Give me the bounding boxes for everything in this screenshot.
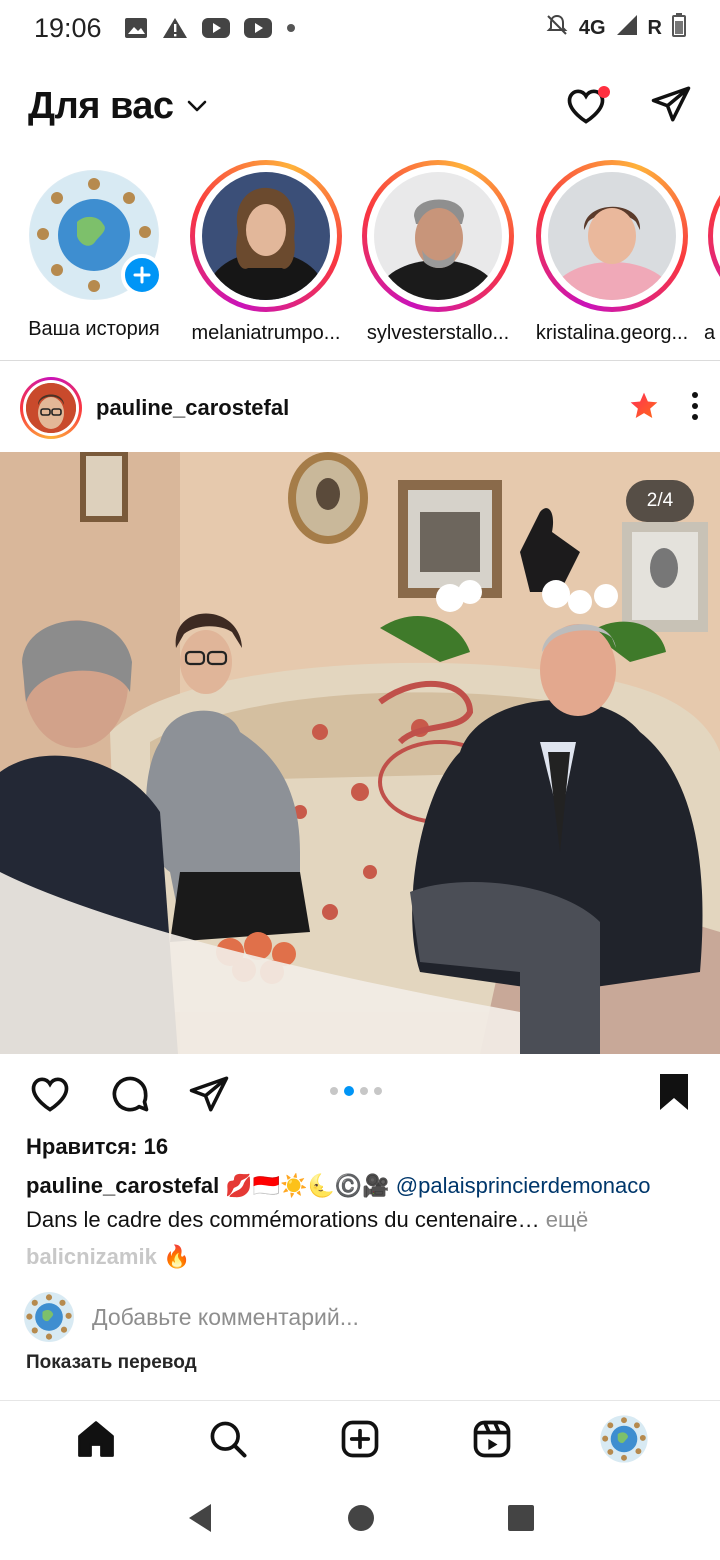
carousel-indicator: [330, 1086, 382, 1096]
recents-square-icon: [507, 1504, 534, 1531]
caption-more-link[interactable]: ещё: [540, 1207, 589, 1232]
share-button[interactable]: [188, 1073, 230, 1115]
caption-emoji: 💋🇮🇩☀️🌜©️🎥: [225, 1173, 390, 1198]
story-label: sylvesterstallo...: [366, 322, 510, 344]
comment-input[interactable]: Добавьте комментарий...: [92, 1304, 359, 1331]
status-bar: 19:06 4G R: [0, 0, 720, 56]
story-label: a: [704, 322, 716, 344]
chevron-down-icon[interactable]: [186, 99, 208, 118]
story-item[interactable]: kristalina.georg...: [532, 160, 692, 345]
save-button[interactable]: [656, 1072, 692, 1117]
current-user-avatar: [24, 1292, 74, 1342]
divider: [0, 360, 720, 361]
system-home-button[interactable]: [346, 1503, 376, 1538]
warning-notification-icon: [162, 17, 188, 39]
plus-icon: [133, 266, 151, 284]
story-avatar: [374, 172, 502, 300]
like-button[interactable]: [28, 1072, 72, 1116]
mute-icon: [545, 13, 569, 43]
system-recents-button[interactable]: [507, 1504, 535, 1537]
story-label: Ваша история: [28, 318, 160, 340]
paper-plane-icon: [189, 1076, 229, 1112]
more-vertical-icon: [692, 391, 698, 420]
network-type-label: 4G: [578, 16, 606, 39]
system-back-button[interactable]: [185, 1502, 215, 1539]
caption-text: Dans le cadre des commémorations du cent…: [26, 1207, 540, 1232]
story-avatar: [202, 172, 330, 300]
paper-plane-icon: [651, 86, 691, 121]
status-time: 19:06: [34, 12, 102, 43]
reels-icon: [473, 1420, 511, 1457]
nav-reels[interactable]: [462, 1409, 522, 1469]
caption-line: pauline_carostefal 💋🇮🇩☀️🌜©️🎥 @palaisprin…: [26, 1170, 706, 1202]
nav-create[interactable]: [330, 1409, 390, 1469]
status-right: 4G R: [545, 13, 686, 43]
bottom-navigation: [0, 1400, 720, 1476]
signal-icon: [616, 14, 638, 42]
comment-preview[interactable]: balicnizamik 🔥: [26, 1244, 190, 1270]
story-item[interactable]: melaniatrumpo...: [186, 160, 346, 345]
story-label: kristalina.georg...: [535, 322, 689, 344]
story-label: melaniatrumpo...: [191, 322, 341, 344]
caption-mention-link[interactable]: @palaisprincierdemonaco: [396, 1173, 651, 1198]
story-item[interactable]: a: [704, 160, 720, 345]
likes-count[interactable]: Нравится: 16: [26, 1134, 168, 1160]
comment-bubble-icon: [112, 1076, 149, 1112]
stories-tray: Ваша история melaniatrumpo... sylvesters…: [0, 160, 720, 360]
heart-icon: [31, 1077, 69, 1112]
direct-messages-button[interactable]: [650, 83, 692, 130]
add-story-button[interactable]: [121, 254, 163, 296]
carousel-dot: [330, 1087, 338, 1095]
caption-body: Dans le cadre des commémorations du cent…: [26, 1204, 706, 1236]
feed-selector-title[interactable]: Для вас: [28, 85, 174, 128]
caption-username[interactable]: pauline_carostefal: [26, 1173, 219, 1198]
add-comment-row[interactable]: Добавьте комментарий...: [24, 1292, 704, 1342]
carousel-page-counter: 2/4: [626, 480, 694, 522]
home-filled-icon: [78, 1420, 114, 1457]
post-author-avatar[interactable]: [20, 377, 82, 439]
notifications-button[interactable]: [564, 84, 610, 128]
carousel-dot: [374, 1087, 382, 1095]
gallery-notification-icon: [124, 17, 148, 39]
post-media-carousel[interactable]: 2/4: [0, 452, 720, 1054]
post-header: pauline_carostefal: [0, 372, 720, 444]
nav-search[interactable]: [198, 1409, 258, 1469]
story-item[interactable]: sylvesterstallo...: [358, 160, 518, 345]
search-icon: [210, 1421, 247, 1458]
feed-header: Для вас: [0, 66, 720, 146]
system-navigation-bar: [0, 1480, 720, 1560]
nav-profile[interactable]: [594, 1409, 654, 1469]
home-circle-icon: [347, 1504, 374, 1531]
more-notifications-dot-icon: [286, 23, 296, 33]
profile-avatar-icon: [600, 1414, 648, 1463]
plus-square-icon: [341, 1420, 379, 1457]
back-triangle-icon: [189, 1503, 212, 1532]
youtube-notification-icon-2: [243, 18, 272, 38]
nav-home[interactable]: [66, 1409, 126, 1469]
bookmark-filled-icon: [660, 1073, 688, 1110]
show-translation-link[interactable]: Показать перевод: [26, 1352, 197, 1374]
story-your-story[interactable]: Ваша история: [14, 160, 174, 341]
battery-icon: [672, 13, 686, 43]
comment-button[interactable]: [108, 1072, 152, 1116]
notification-dot: [598, 86, 610, 98]
post-photo: [0, 452, 720, 1054]
youtube-notification-icon: [201, 18, 230, 38]
own-avatar: [29, 170, 163, 300]
story-avatar: [548, 172, 676, 300]
carousel-dot: [360, 1087, 368, 1095]
roaming-label: R: [647, 16, 662, 39]
favorite-star-icon: [628, 390, 660, 427]
post-username[interactable]: pauline_carostefal: [96, 395, 289, 421]
post-options-button[interactable]: [690, 390, 700, 427]
carousel-dot-active: [344, 1086, 354, 1096]
